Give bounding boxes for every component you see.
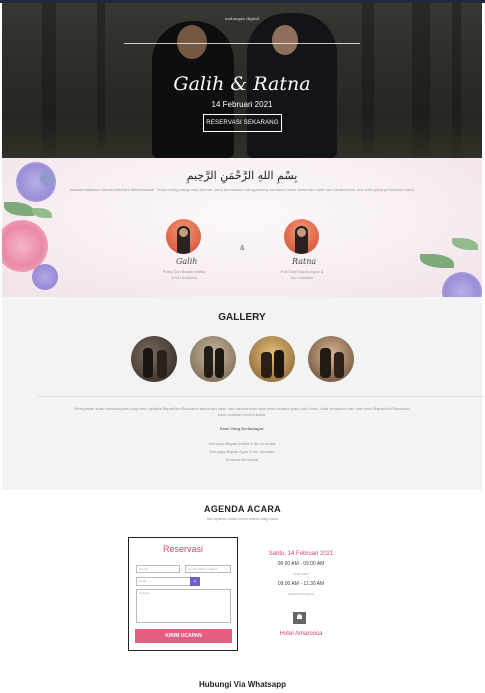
family-member: Keluarga Bapak Ardilla & Ibu Kusuma: [208, 441, 276, 446]
family-heading: Kami Yang Berbahagia:: [219, 426, 265, 431]
agenda-title: AGENDA ACARA: [204, 504, 281, 514]
gallery-photo-1[interactable]: [131, 336, 177, 382]
gallery-section: GALLERY Merupakan suatu kebahagiaan bagi…: [2, 297, 484, 490]
resepsi-label: Resepsi Pernikahan: [287, 592, 315, 596]
ampersand: &: [240, 245, 245, 252]
photo-figure: [274, 350, 284, 378]
bismillah: بِسْمِ اللهِ الرَّحْمَنِ الرَّحِيمِ: [186, 169, 298, 182]
hero-logo: undangan digital: [224, 16, 260, 21]
bride-name: Ratna: [292, 257, 317, 266]
bride-parents-line2: Ibu Ulandari: [291, 275, 313, 280]
chevron-down-icon[interactable]: ⌄: [190, 577, 200, 586]
reservation-button[interactable]: RESERVASI SEKARANG: [203, 114, 282, 132]
leaf-decoration: [32, 208, 52, 218]
family-member: Keluarga Bapak Agus & Ibu Ulandari: [209, 449, 275, 454]
photo-figure: [215, 348, 224, 378]
groom-parents-line2: & Ibu Kusuma: [171, 275, 197, 280]
groom-parents: Putra Dari Bapak Ardilla & Ibu Kusuma: [152, 269, 216, 281]
resepsi-time: 09.00 AM - 11.30 AM: [277, 581, 325, 587]
flower-decoration: [442, 272, 482, 297]
leaf-decoration: [4, 202, 34, 216]
bride-photo: [284, 219, 319, 254]
groom-name: Galih: [176, 257, 198, 266]
groom-photo: [166, 219, 201, 254]
photo-figure: [334, 352, 344, 378]
gallery-divider: [38, 396, 484, 397]
message-textarea[interactable]: Ucapan: [136, 589, 231, 623]
attendance-select[interactable]: Hadir: [136, 577, 192, 586]
closing-line-2: kami ucapkan terima kasih.: [217, 412, 267, 417]
whatsapp-heading: Hubungi Via Whatsapp: [199, 680, 286, 689]
name-field[interactable]: Nama*: [136, 565, 180, 573]
closing-text: Merupakan suatu kebahagiaan bagi kami ap…: [52, 406, 432, 418]
gallery-photo-2[interactable]: [190, 336, 236, 382]
event-date: Sabtu, 14 Februari 2021: [268, 551, 334, 557]
bride-face: [297, 228, 306, 237]
photo-figure: [157, 350, 167, 378]
gallery-photo-4[interactable]: [308, 336, 354, 382]
building-icon: ☗: [293, 612, 306, 624]
akad-time: 08.00 AM - 09.00 AM: [277, 561, 325, 567]
family-member: Kerabat Mempelai: [225, 457, 259, 462]
photo-figure: [261, 352, 272, 378]
flower-decoration: [32, 264, 58, 290]
venue-name[interactable]: Hotel Amaroosa: [246, 631, 356, 637]
agenda-subtitle: Merupakan suatu kehormatan bagi kami: [206, 516, 279, 521]
gallery-photo-3[interactable]: [249, 336, 295, 382]
akad-label: Akad Nikah: [293, 572, 309, 576]
couple-section: بِسْمِ اللهِ الرَّحْمَنِ الرَّحِيمِ Assa…: [2, 158, 482, 297]
rsvp-form: Reservasi Nama* Jumlah Tamu / Hadir? Had…: [128, 537, 238, 651]
rsvp-title: Reservasi: [162, 544, 203, 554]
couple-names: Galih & Ratna: [173, 73, 311, 95]
photo-figure: [143, 348, 153, 378]
photo-figure: [204, 346, 213, 378]
groom-face: [179, 228, 188, 237]
photo-figure: [320, 348, 331, 378]
hero-section: undangan digital Galih & Ratna 14 Februa…: [2, 3, 482, 158]
gallery-title: GALLERY: [218, 312, 266, 323]
intro-text: Assalamualaikum Warahmatullahi Wabarakat…: [69, 187, 415, 192]
leaf-decoration: [420, 254, 454, 268]
hero-divider: [124, 43, 360, 44]
wedding-date: 14 Februari 2021: [211, 100, 273, 109]
guest-count-field[interactable]: Jumlah Tamu / Hadir?: [185, 565, 231, 573]
send-wishes-button[interactable]: KIRIM UCAPAN: [135, 629, 232, 643]
bride-parents: Putri Dari Bapak Agus & Ibu Ulandari: [270, 269, 334, 281]
leaf-decoration: [452, 238, 478, 250]
